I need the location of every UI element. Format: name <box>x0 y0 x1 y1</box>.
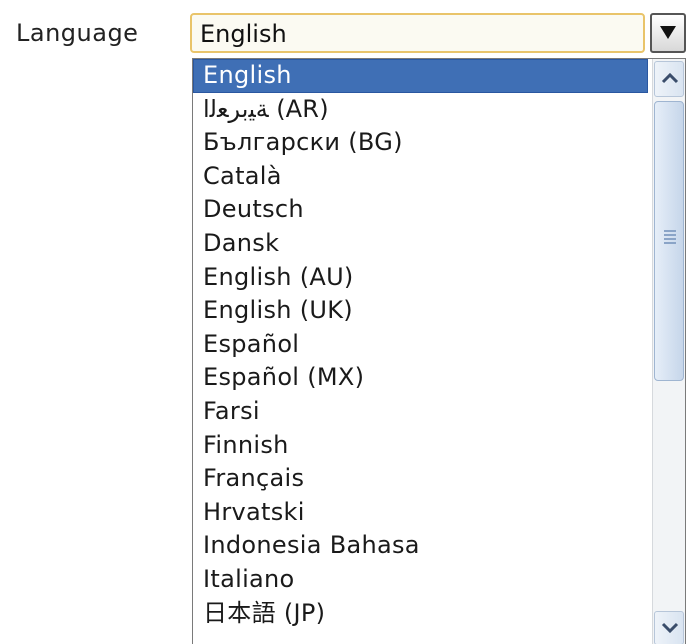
language-option[interactable]: Finnish <box>193 429 653 463</box>
language-option[interactable]: Farsi <box>193 395 653 429</box>
language-option[interactable]: ﺔﻴﺑﺮﻌﻟا (AR) <box>193 93 653 127</box>
dropdown-button[interactable] <box>650 13 686 53</box>
scroll-thumb-grip-icon <box>664 230 676 244</box>
language-label: Language <box>16 19 139 47</box>
scroll-up-button[interactable] <box>654 61 684 97</box>
triangle-down-icon <box>660 26 676 39</box>
language-option[interactable]: Hrvatski <box>193 496 653 530</box>
language-option[interactable]: English (UK) <box>193 294 653 328</box>
language-option[interactable]: English (AU) <box>193 261 653 295</box>
language-option[interactable]: Español <box>193 328 653 362</box>
chevron-down-icon <box>661 622 679 634</box>
language-option-list: English ﺔﻴﺑﺮﻌﻟا (AR) Български (BG) Català D… <box>193 59 653 630</box>
language-option[interactable]: Español (MX) <box>193 361 653 395</box>
scroll-down-button[interactable] <box>654 611 684 644</box>
language-option[interactable]: Català <box>193 160 653 194</box>
language-listbox[interactable]: English ﺔﻴﺑﺮﻌﻟا (AR) Български (BG) Català D… <box>192 58 686 644</box>
language-option[interactable]: Български (BG) <box>193 126 653 160</box>
language-option[interactable]: Dansk <box>193 227 653 261</box>
language-option[interactable]: Italiano <box>193 563 653 597</box>
language-option[interactable]: 日本語 (JP) <box>193 597 653 631</box>
language-option[interactable]: Indonesia Bahasa <box>193 529 653 563</box>
language-option[interactable]: English <box>193 59 648 93</box>
chevron-up-icon <box>661 72 679 84</box>
language-option[interactable]: Français <box>193 462 653 496</box>
language-select[interactable]: English <box>190 13 645 53</box>
language-select-value: English <box>200 20 287 48</box>
vertical-scrollbar[interactable] <box>652 59 685 644</box>
language-option[interactable]: Deutsch <box>193 193 653 227</box>
scroll-thumb[interactable] <box>654 101 684 381</box>
